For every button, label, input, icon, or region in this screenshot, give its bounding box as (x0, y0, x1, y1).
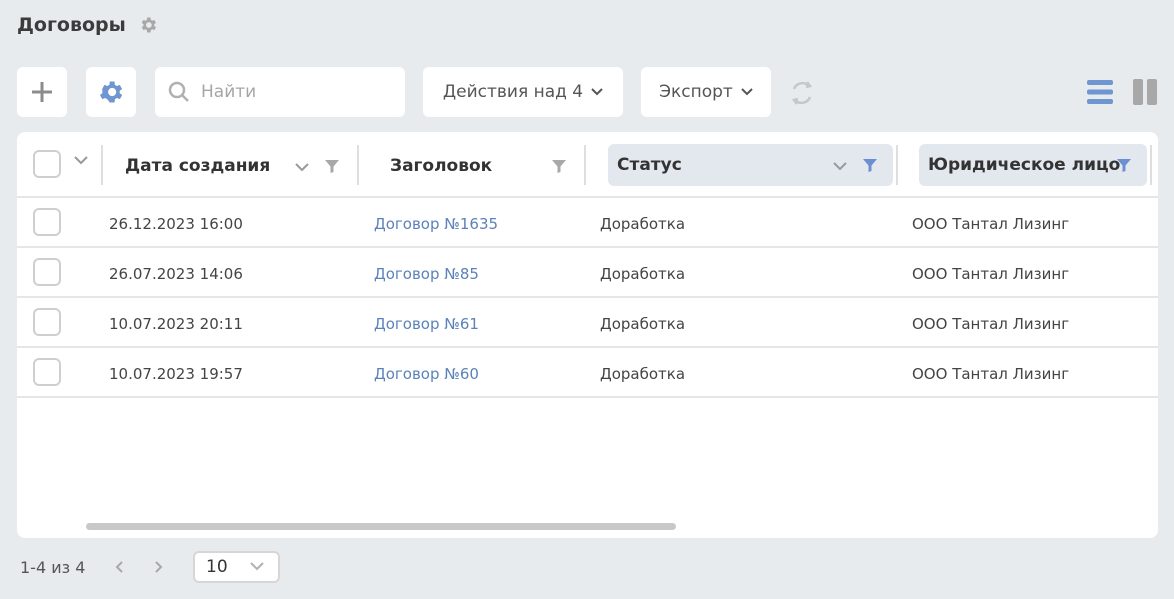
cell-title-link[interactable]: Договор №85 (374, 265, 479, 283)
column-divider[interactable] (896, 145, 898, 185)
cell-date: 10.07.2023 19:57 (109, 365, 243, 383)
row-checkbox[interactable] (33, 258, 61, 286)
pagination: 1-4 из 4 (20, 551, 165, 583)
chevron-down-icon (591, 88, 603, 96)
chevron-down-icon[interactable] (833, 162, 847, 171)
column-header-legal-entity[interactable]: Юридическое лицо (919, 144, 1147, 186)
column-label: Юридическое лицо (928, 155, 1121, 175)
cell-legal-entity: ООО Тантал Лизинг (912, 315, 1070, 333)
select-all-checkbox[interactable] (33, 150, 61, 178)
chevron-down-icon (741, 88, 753, 96)
table-row[interactable]: 10.07.2023 19:57 Договор №60 Доработка О… (17, 348, 1158, 398)
cell-status: Доработка (600, 265, 686, 283)
row-checkbox[interactable] (33, 358, 61, 386)
column-divider[interactable] (101, 145, 103, 185)
filter-icon[interactable] (551, 158, 567, 174)
page-title: Договоры (17, 14, 126, 36)
cell-status: Доработка (600, 215, 686, 233)
table-settings-button[interactable] (86, 67, 136, 117)
bulk-actions-button[interactable]: Действия над 4 (423, 67, 623, 117)
bulk-actions-label: Действия над 4 (442, 82, 584, 102)
filter-active-icon[interactable] (1116, 157, 1132, 173)
table-row[interactable]: 26.12.2023 16:00 Договор №1635 Доработка… (17, 198, 1158, 248)
refresh-icon[interactable] (788, 79, 816, 107)
table-row[interactable]: 26.07.2023 14:06 Договор №85 Доработка О… (17, 248, 1158, 298)
chevron-down-icon[interactable] (74, 156, 88, 165)
add-button[interactable] (17, 67, 67, 117)
cell-legal-entity: ООО Тантал Лизинг (912, 265, 1070, 283)
chevron-left-icon[interactable] (113, 560, 127, 574)
columns-view-icon[interactable] (1132, 79, 1158, 105)
row-checkbox[interactable] (33, 308, 61, 336)
cell-legal-entity: ООО Тантал Лизинг (912, 365, 1070, 383)
page-size-value: 10 (206, 557, 228, 577)
cell-title-link[interactable]: Договор №60 (374, 365, 479, 383)
column-divider[interactable] (357, 145, 359, 185)
column-label: Дата создания (125, 156, 271, 176)
gear-icon (99, 81, 123, 103)
cell-title-link[interactable]: Договор №61 (374, 315, 479, 333)
search-input[interactable] (201, 82, 391, 102)
toolbar: Действия над 4 Экспорт (17, 67, 1158, 117)
search-icon (168, 81, 189, 102)
list-view-icon[interactable] (1087, 79, 1113, 105)
column-label: Статус (617, 155, 682, 175)
export-label: Экспорт (659, 82, 733, 102)
column-divider[interactable] (1150, 145, 1152, 185)
cell-date: 26.07.2023 14:06 (109, 265, 243, 283)
gear-icon[interactable] (138, 15, 158, 35)
chevron-right-icon[interactable] (151, 560, 165, 574)
column-label: Заголовок (390, 156, 493, 176)
column-divider[interactable] (584, 145, 586, 185)
column-header-title[interactable]: Заголовок (390, 156, 492, 176)
cell-status: Доработка (600, 315, 686, 333)
cell-date: 10.07.2023 20:11 (109, 315, 243, 333)
plus-icon (32, 82, 52, 102)
cell-title-link[interactable]: Договор №1635 (374, 215, 498, 233)
horizontal-scrollbar[interactable] (86, 523, 676, 530)
contracts-table: Дата создания Заголовок Статус Юридическ… (17, 132, 1158, 538)
cell-status: Доработка (600, 365, 686, 383)
export-button[interactable]: Экспорт (641, 67, 771, 117)
chevron-down-icon[interactable] (295, 163, 309, 172)
column-header-status[interactable]: Статус (608, 144, 893, 186)
column-header-date[interactable]: Дата создания (125, 156, 270, 176)
filter-active-icon[interactable] (862, 157, 878, 173)
row-checkbox[interactable] (33, 208, 61, 236)
filter-icon[interactable] (324, 158, 340, 174)
page-size-select[interactable]: 10 (193, 551, 280, 583)
pagination-range: 1-4 из 4 (20, 557, 86, 577)
chevron-down-icon (250, 562, 264, 571)
page-header: Договоры (17, 14, 158, 36)
cell-legal-entity: ООО Тантал Лизинг (912, 215, 1070, 233)
table-header: Дата создания Заголовок Статус Юридическ… (17, 132, 1158, 198)
cell-date: 26.12.2023 16:00 (109, 215, 243, 233)
search-box (155, 67, 405, 117)
table-row[interactable]: 10.07.2023 20:11 Договор №61 Доработка О… (17, 298, 1158, 348)
